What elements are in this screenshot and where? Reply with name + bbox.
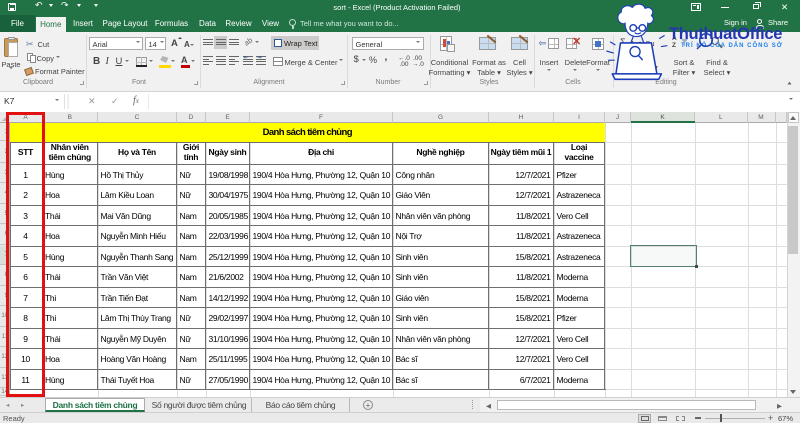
svg-text:TRÍ KỎ CỦA DÂN CÔNG SỞ: TRÍ KỎ CỦA DÂN CÔNG SỞ: [681, 41, 783, 49]
svg-text:ThuthuatOffice: ThuthuatOffice: [669, 25, 782, 43]
